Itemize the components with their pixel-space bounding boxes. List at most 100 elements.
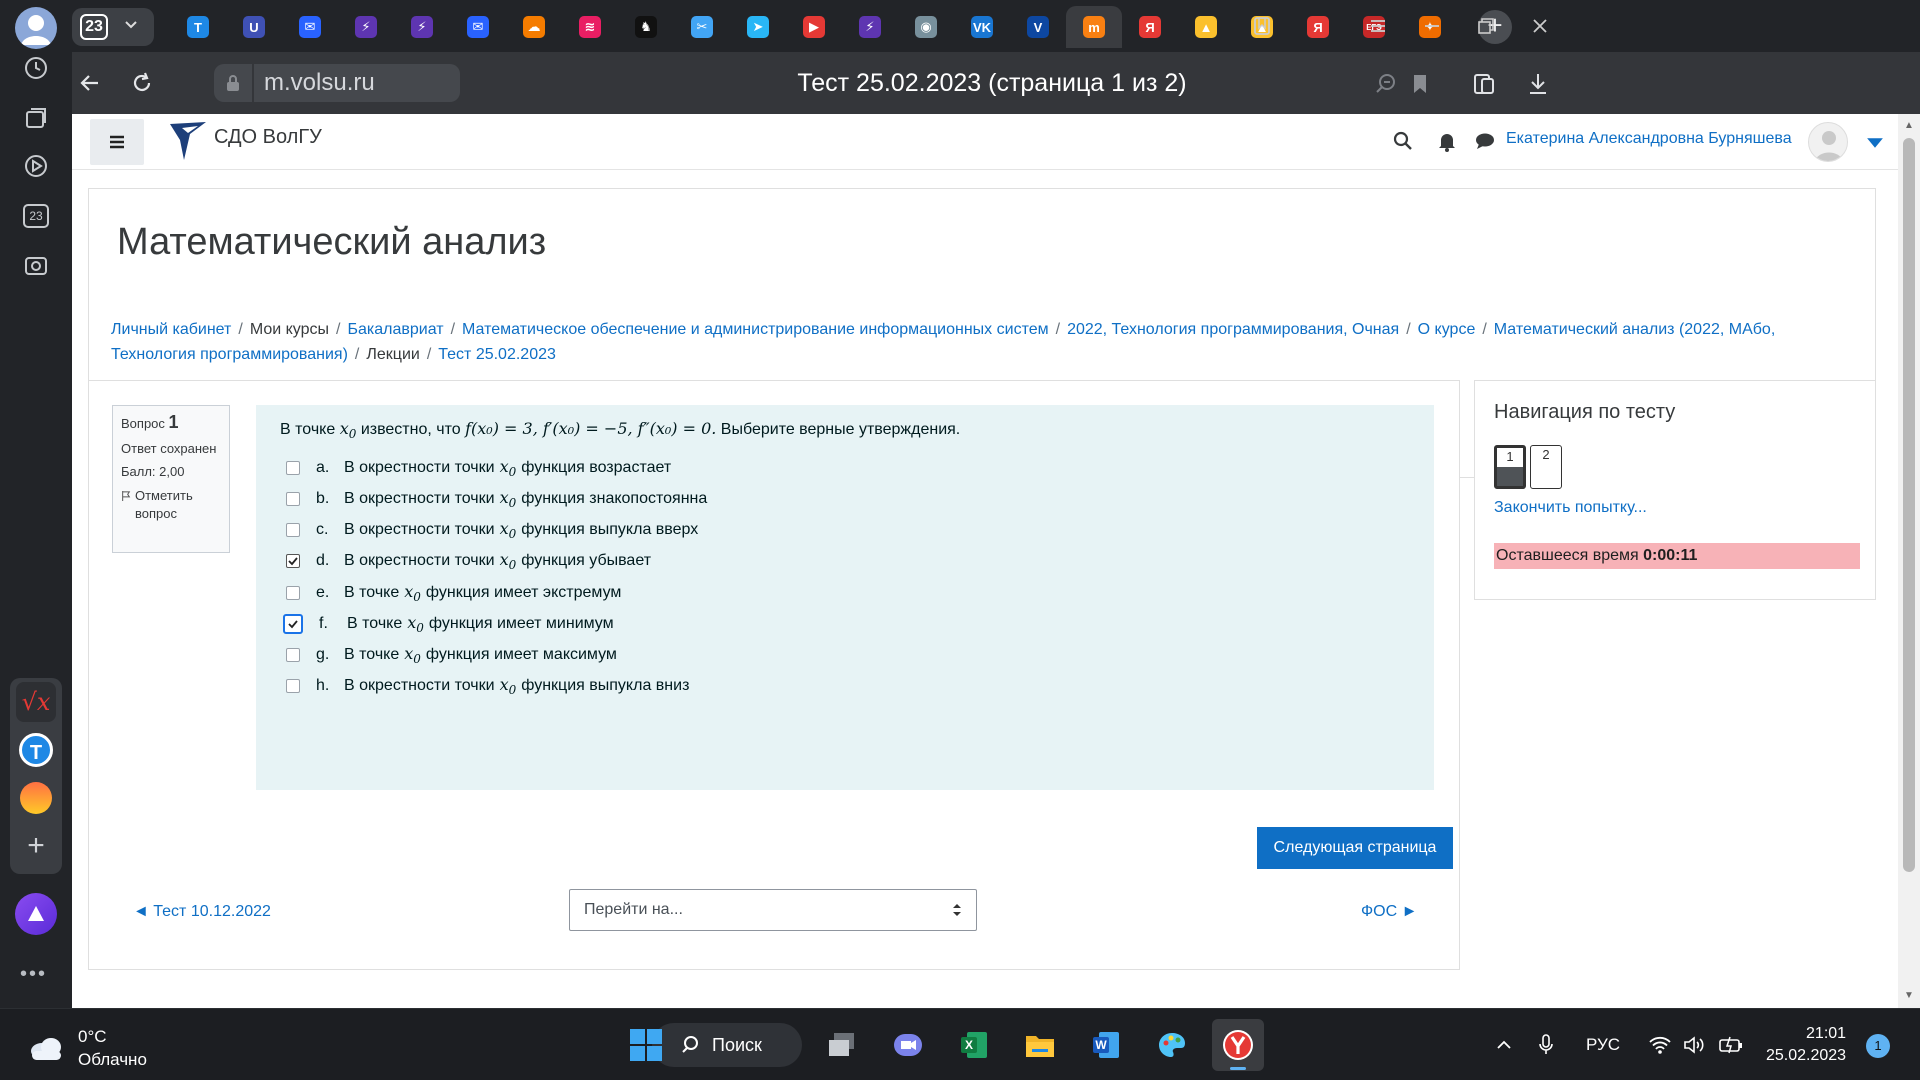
excel-icon[interactable]: X — [948, 1019, 1000, 1071]
browser-tab[interactable]: ✉ — [450, 6, 506, 48]
yandex-browser-icon[interactable] — [1212, 1019, 1264, 1071]
profile-avatar[interactable] — [15, 7, 57, 49]
browser-tab[interactable]: ▶ — [786, 6, 842, 48]
answer-option[interactable]: e. В точке x0 функция имеет экстремум — [286, 578, 621, 608]
screenshot-icon[interactable] — [16, 246, 56, 286]
answer-option[interactable]: c. В окрестности точки x0 функция выпукла в… — [286, 515, 698, 545]
bookmarks-panel-icon[interactable] — [1250, 14, 1274, 38]
browser-tab[interactable]: ♞ — [618, 6, 674, 48]
answer-option[interactable]: d. В окрестности точки x0 функция убывает — [286, 546, 651, 576]
system-clock[interactable]: 21:01 25.02.2023 — [1766, 1023, 1846, 1067]
browser-tab[interactable]: ✂ — [674, 6, 730, 48]
drawer-toggle-button[interactable] — [90, 119, 144, 165]
back-icon[interactable] — [76, 69, 104, 97]
bell-icon[interactable] — [1436, 130, 1458, 152]
answer-option[interactable]: b. В окрестности точки x0 функция знакопост… — [286, 484, 707, 514]
jump-to-select[interactable]: Перейти на... — [569, 889, 977, 931]
reading-mode-icon[interactable] — [1470, 70, 1498, 98]
prev-activity-link[interactable]: ◄ Тест 10.12.2022 — [133, 903, 271, 921]
download-icon[interactable] — [1524, 70, 1552, 98]
answer-option[interactable]: g. В точке x0 функция имеет максимум — [286, 640, 617, 670]
caret-down-icon[interactable] — [1864, 132, 1886, 154]
breadcrumb-item[interactable]: 2022, Технология программирования, Очная — [1067, 321, 1399, 338]
restore-icon[interactable] — [1474, 14, 1498, 38]
finish-attempt-link[interactable]: Закончить попытку... — [1494, 499, 1647, 517]
browser-tab[interactable]: U — [226, 6, 282, 48]
answer-checkbox[interactable] — [286, 586, 300, 600]
tabs-count-icon[interactable]: 23 — [16, 196, 56, 236]
teams-chat-icon[interactable] — [882, 1019, 934, 1071]
browser-tab[interactable]: Я — [1290, 6, 1346, 48]
file-explorer-icon[interactable] — [1014, 1019, 1066, 1071]
taskbar-search[interactable]: Поиск — [652, 1023, 802, 1067]
breadcrumb-item[interactable]: Математическое обеспечение и администрир… — [462, 321, 1049, 338]
answer-option[interactable]: h. В окрестности точки x0 функция выпукла в… — [286, 671, 689, 701]
browser-tab[interactable]: ⚡ — [842, 6, 898, 48]
answer-checkbox[interactable] — [286, 554, 300, 568]
more-icon[interactable]: ••• — [20, 963, 47, 986]
search-icon[interactable] — [1392, 130, 1414, 152]
next-page-button[interactable]: Следующая страница — [1257, 827, 1453, 869]
tray-overflow-icon[interactable] — [1494, 1009, 1514, 1080]
answer-option[interactable]: a. В окрестности точки x0 функция возрастае… — [286, 453, 671, 483]
browser-tab[interactable]: Т — [170, 6, 226, 48]
reload-icon[interactable] — [128, 69, 156, 97]
browser-tab[interactable]: ⚡ — [338, 6, 394, 48]
start-button[interactable] — [620, 1019, 672, 1071]
browser-tab[interactable]: ✉ — [282, 6, 338, 48]
browser-tab[interactable]: Я — [1122, 6, 1178, 48]
browser-tab[interactable]: VK — [954, 6, 1010, 48]
breadcrumb-item[interactable]: Тест 25.02.2023 — [438, 346, 556, 363]
breadcrumb-item[interactable]: Бакалавриат — [347, 321, 443, 338]
user-name[interactable]: Екатерина Александровна Бурняшева — [1506, 130, 1792, 148]
scrollbar-thumb[interactable] — [1903, 138, 1915, 872]
language-indicator[interactable]: РУС — [1586, 1009, 1620, 1080]
quiz-nav-button[interactable]: 1 — [1494, 445, 1526, 489]
answer-checkbox[interactable] — [286, 648, 300, 662]
next-activity-link[interactable]: ФОС ► — [1361, 903, 1417, 921]
browser-tab[interactable]: ≋ — [562, 6, 618, 48]
wifi-icon[interactable] — [1648, 1009, 1672, 1080]
menu-icon[interactable] — [1366, 14, 1390, 38]
answer-checkbox[interactable] — [283, 614, 303, 634]
answer-checkbox[interactable] — [286, 679, 300, 693]
paint-icon[interactable] — [1146, 1019, 1198, 1071]
breadcrumb-item[interactable]: О курсе — [1418, 321, 1476, 338]
minimize-icon[interactable] — [1420, 14, 1444, 38]
messages-icon[interactable] — [1474, 130, 1496, 152]
quiz-nav-button[interactable]: 2 — [1530, 445, 1562, 489]
word-icon[interactable]: W — [1080, 1019, 1132, 1071]
browser-tab[interactable]: ◉ — [898, 6, 954, 48]
collections-icon[interactable] — [16, 98, 56, 138]
answer-checkbox[interactable] — [286, 523, 300, 537]
add-pinned-icon[interactable]: + — [16, 826, 56, 866]
breadcrumb-item[interactable]: Личный кабинет — [111, 321, 231, 338]
video-icon[interactable] — [16, 146, 56, 186]
bookmark-icon[interactable] — [1406, 70, 1434, 98]
answer-option[interactable]: f. В точке x0 функция имеет минимум — [283, 609, 614, 639]
browser-tab[interactable]: ☁ — [506, 6, 562, 48]
volume-icon[interactable] — [1682, 1009, 1706, 1080]
browser-tab[interactable]: ⚡ — [394, 6, 450, 48]
browser-tab[interactable]: ➤ — [730, 6, 786, 48]
browser-tab[interactable]: ▲ — [1178, 6, 1234, 48]
site-logo[interactable] — [168, 120, 208, 162]
scroll-up-icon[interactable]: ▲ — [1903, 120, 1915, 132]
lock-icon[interactable] — [214, 64, 252, 102]
math-app-icon[interactable]: √x — [16, 682, 56, 722]
answer-checkbox[interactable] — [286, 461, 300, 475]
url-field[interactable]: m.volsu.ru — [254, 64, 460, 102]
task-view-icon[interactable] — [816, 1019, 868, 1071]
answer-checkbox[interactable] — [286, 492, 300, 506]
flag-question-button[interactable]: Отметить вопрос — [121, 487, 221, 523]
browser-tab[interactable]: V — [1010, 6, 1066, 48]
battery-icon[interactable] — [1718, 1009, 1744, 1080]
microphone-icon[interactable] — [1536, 1009, 1556, 1080]
tinkoff-pinned-icon[interactable]: Т — [16, 730, 56, 770]
scroll-down-icon[interactable]: ▼ — [1903, 990, 1915, 1002]
weather-widget[interactable]: 0°C Облачно — [28, 1025, 147, 1071]
search-page-icon[interactable] — [1372, 70, 1400, 98]
browser-tab[interactable]: m — [1066, 6, 1122, 48]
history-icon[interactable] — [16, 48, 56, 88]
page-scrollbar[interactable]: ▲ ▼ — [1898, 114, 1920, 1008]
